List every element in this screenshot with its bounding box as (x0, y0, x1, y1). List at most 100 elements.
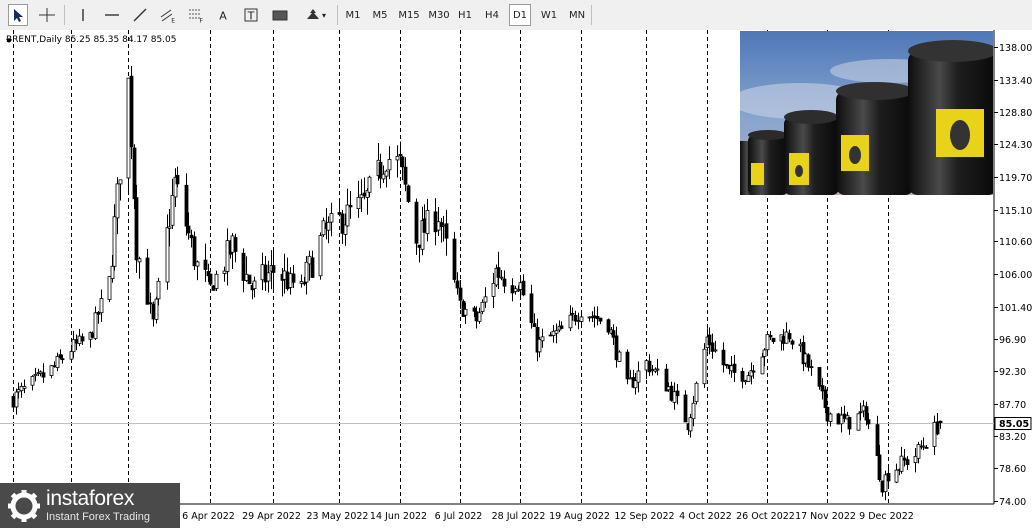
timeframe-m5-button[interactable]: M5 (370, 4, 390, 26)
channel-icon: E (160, 9, 175, 23)
candle-body (145, 257, 150, 305)
candle-body (921, 445, 926, 448)
candle-body (211, 285, 216, 291)
candle-body (395, 155, 400, 161)
timeframe-d1-button[interactable]: D1 (509, 4, 531, 26)
candle-body (883, 474, 888, 492)
candle-body (483, 296, 488, 303)
candle-body (381, 173, 386, 180)
candle-body (49, 365, 54, 376)
candle-body (225, 240, 230, 272)
trendline-tool-button[interactable] (129, 4, 151, 26)
candle-body (266, 272, 271, 282)
timeframe-m30-button[interactable]: M30 (426, 4, 452, 26)
candle-body (192, 236, 197, 267)
x-tick-label: 28 Jul 2022 (492, 511, 546, 522)
candle-body (721, 349, 726, 366)
timeframe-h1-button[interactable]: H1 (455, 4, 475, 26)
text-label-tool-button[interactable]: T (241, 4, 261, 26)
timeframe-m15-button[interactable]: M15 (396, 4, 422, 26)
candle-body (436, 221, 441, 231)
candle-body (441, 224, 446, 227)
chart-area[interactable]: 24 Jan 202214 Feb 20227 Mar 20226 Apr 20… (0, 30, 1032, 528)
tool-label: A (219, 10, 227, 23)
x-tick-label: 26 Oct 2022 (736, 511, 795, 522)
candle-body (510, 285, 515, 294)
timeframe-m1-button[interactable]: M1 (343, 4, 363, 26)
candle-body (189, 234, 194, 239)
timeframe-w1-button[interactable]: W1 (538, 4, 560, 26)
candle-body (11, 395, 16, 408)
candle-body (650, 369, 655, 371)
chevron-down-icon: ▾ (321, 10, 326, 20)
candle-body (724, 363, 729, 366)
candle-body (14, 391, 19, 408)
toolbar: E F A T ▾ M1 M5 M15 M30 H1 H4 D1 W1 MN (0, 0, 1032, 31)
candle-body (252, 280, 257, 290)
candle-body (856, 413, 861, 431)
candle-body (595, 316, 600, 320)
candle-body (932, 421, 937, 447)
y-tick-label: 83.20 (999, 432, 1026, 443)
crosshair-tool-button[interactable] (36, 4, 58, 26)
arrows-tool-button[interactable]: ▾ (300, 4, 330, 26)
candle-body (304, 261, 309, 283)
candle-body (491, 283, 496, 297)
candle-body (496, 267, 501, 278)
candle-body (935, 421, 940, 435)
candle-body (694, 382, 699, 403)
y-tick-label: 78.60 (999, 464, 1026, 475)
candle-body (359, 194, 364, 199)
candle-body (291, 273, 296, 283)
candle-body (16, 389, 21, 393)
candle-body (318, 235, 323, 277)
y-tick-label: 110.60 (999, 237, 1032, 248)
candle-body (414, 201, 419, 244)
y-tick-label: 133.40 (999, 76, 1032, 87)
gear-logo-icon (8, 490, 40, 522)
candle-body (19, 386, 24, 392)
candle-body (672, 391, 677, 403)
candle-body (247, 274, 252, 285)
cursor-tool-button[interactable] (8, 4, 28, 26)
fibonacci-tool-button[interactable]: F (185, 4, 207, 26)
candle-body (170, 194, 175, 226)
candle-body (836, 413, 841, 425)
candle-body (803, 353, 808, 364)
candle-body (285, 271, 290, 290)
candle-body (230, 235, 235, 253)
candle-body (540, 336, 545, 342)
candle-body (675, 390, 680, 397)
candle-body (233, 237, 238, 252)
candle-body (362, 192, 367, 197)
candle-body (417, 244, 422, 248)
candle-body (762, 349, 767, 357)
candle-body (916, 444, 921, 459)
candle-body (55, 356, 60, 368)
equidistant-channel-tool-button[interactable]: E (157, 4, 179, 26)
horizontal-line-tool-button[interactable] (101, 4, 123, 26)
text-tool-button[interactable]: A (213, 4, 233, 26)
candle-body (647, 360, 652, 373)
candle-body (746, 375, 751, 382)
candle-body (760, 356, 765, 375)
x-tick-label: 17 Nov 2022 (795, 511, 856, 522)
timeframe-h4-button[interactable]: H4 (482, 4, 502, 26)
timeframe-mn-button[interactable]: MN (566, 4, 588, 26)
candle-body (820, 385, 825, 392)
candle-body (502, 278, 507, 287)
candle-body (310, 257, 315, 278)
crosshair-icon (39, 8, 55, 22)
candle-body (474, 311, 479, 322)
candle-body (345, 204, 350, 227)
rectangle-tool-button[interactable] (269, 4, 291, 26)
text-icon: A (219, 10, 227, 23)
vertical-line-tool-button[interactable] (73, 4, 93, 26)
candle-body (499, 276, 504, 279)
y-tick-label: 115.10 (999, 206, 1032, 217)
rectangle-icon (272, 10, 288, 21)
candle-body (864, 406, 869, 421)
candle-body (137, 258, 142, 263)
candle-body (241, 252, 246, 281)
candle-body (118, 179, 123, 185)
